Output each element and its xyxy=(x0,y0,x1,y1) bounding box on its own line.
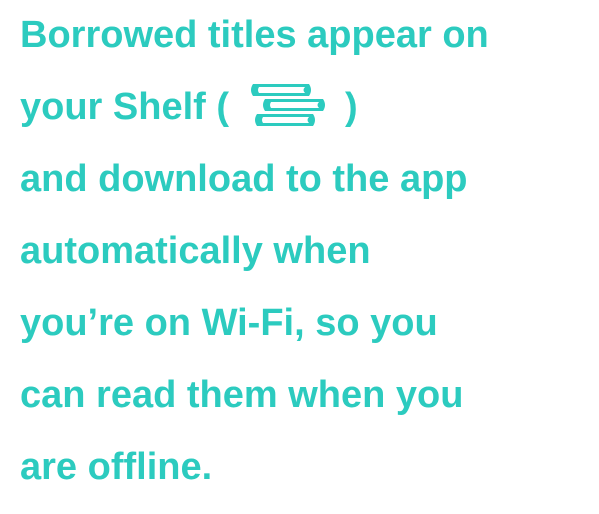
message-line-6: can read them when you xyxy=(20,374,464,416)
books-stack-icon xyxy=(247,80,333,128)
message-line-2: your Shelf ( ) xyxy=(20,83,358,128)
message-line-7: are offline. xyxy=(20,446,213,488)
shelf-close-paren: ) xyxy=(345,86,358,128)
message-line-1: Borrowed titles appear on xyxy=(20,14,489,56)
message-line-4: automatically when xyxy=(20,230,371,272)
message-line-5: you’re on Wi-Fi, so you xyxy=(20,302,438,344)
shelf-label-text: your Shelf ( xyxy=(20,86,230,128)
message-line-3: and download to the app xyxy=(20,158,468,200)
